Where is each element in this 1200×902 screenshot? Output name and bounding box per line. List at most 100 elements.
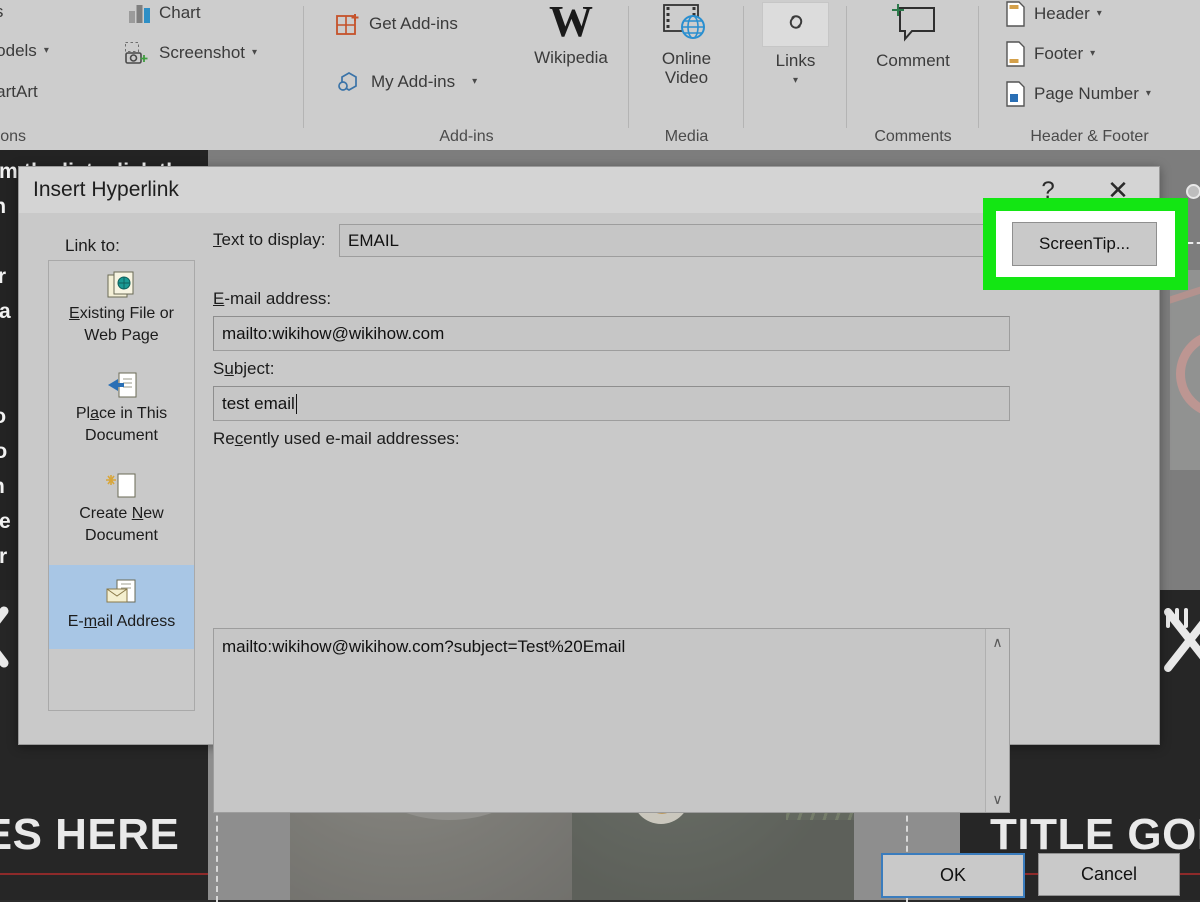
comment-label: Comment	[876, 51, 950, 70]
my-addins-icon	[336, 70, 364, 94]
sidebar-label-line1: Place in This	[75, 405, 168, 422]
ribbon-button-3d-models[interactable]: Models ▾	[0, 41, 49, 61]
links-label: Links	[775, 51, 816, 70]
online-video-icon	[661, 2, 713, 46]
selection-dashed-line	[1188, 242, 1200, 244]
recent-emails-label: Recently used e-mail addresses:	[213, 429, 460, 448]
ribbon-group-media: Online Video Media	[629, 0, 744, 150]
chevron-down-icon[interactable]: ▾	[472, 77, 477, 87]
sidebar-label-line1: EExisting File orxisting File or	[69, 305, 174, 322]
text-to-display-value: EMAIL	[348, 230, 400, 250]
chart-icon	[128, 2, 152, 24]
ribbon-button-links[interactable]: Links ▾	[744, 2, 847, 86]
chevron-down-icon[interactable]: ▾	[744, 76, 847, 86]
create-new-document-icon	[105, 471, 139, 501]
get-addins-icon	[336, 12, 362, 36]
ribbon: ons Models ▾ martArt Chart	[0, 0, 1200, 150]
ribbon-group-comments: Comment Comments	[847, 0, 979, 150]
my-addins-label: My Add-ins	[371, 72, 456, 91]
scroll-up-icon[interactable]: ∧	[986, 631, 1009, 653]
link-to-sidebar: EExisting File orxisting File or Web Pag…	[48, 260, 195, 711]
ribbon-group-label-header-footer: Header & Footer	[1030, 128, 1149, 145]
sidebar-label-line2: Document	[85, 427, 158, 444]
get-addins-label: Get Add-ins	[369, 14, 458, 33]
chevron-down-icon[interactable]: ▾	[1146, 89, 1151, 99]
ribbon-group-addins: Get Add-ins My Add-ins ▾ W Wikipedia Add…	[304, 0, 629, 150]
ribbon-button-smartart[interactable]: martArt	[0, 82, 38, 102]
icons-label: ons	[0, 2, 3, 22]
subject-label: Subject:	[213, 359, 275, 378]
page-number-label: Page Number	[1034, 84, 1139, 103]
ribbon-group-header-footer: Header ▾ Footer ▾ Page Number ▾ Header &…	[979, 0, 1200, 150]
ribbon-group-links: Links ▾	[744, 0, 847, 150]
recent-emails-listbox[interactable]: mailto:wikihow@wikihow.com?subject=Test%…	[213, 628, 1010, 813]
footer-label: Footer	[1034, 44, 1084, 63]
ribbon-group-label-comments: Comments	[874, 128, 952, 145]
header-icon	[1005, 1, 1027, 27]
header-label: Header	[1034, 4, 1090, 23]
wikipedia-label: Wikipedia	[534, 48, 608, 67]
ribbon-button-footer[interactable]: Footer ▾	[1005, 41, 1095, 67]
sidebar-item-place-in-document[interactable]: Place in This Document	[49, 365, 194, 465]
ribbon-button-icons[interactable]: ons	[0, 2, 3, 22]
ribbon-group-label-addins: Add-ins	[439, 128, 494, 145]
text-cursor	[295, 393, 297, 414]
chevron-down-icon[interactable]: ▾	[1097, 9, 1102, 19]
chevron-down-icon[interactable]: ▾	[44, 46, 49, 56]
place-in-document-icon	[105, 371, 139, 401]
screenshot-label: Screenshot	[159, 43, 245, 62]
screentip-button[interactable]: ScreenTip...	[1012, 222, 1157, 266]
ribbon-button-screenshot[interactable]: Screenshot ▾	[124, 41, 257, 65]
online-video-label-line1: Online	[661, 49, 712, 68]
cancel-button[interactable]: Cancel	[1038, 853, 1180, 896]
sidebar-label-line2: Document	[85, 527, 158, 544]
slide-photo-right-top	[1170, 270, 1200, 470]
footer-icon	[1005, 41, 1027, 67]
dialog-title: Insert Hyperlink	[33, 178, 179, 201]
page-number-icon	[1005, 81, 1027, 107]
sidebar-item-create-new-document[interactable]: Create New Document	[49, 465, 194, 565]
ribbon-button-wikipedia[interactable]: W Wikipedia	[516, 0, 626, 67]
email-address-input[interactable]: mailto:wikihow@wikihow.com	[213, 316, 1010, 351]
email-address-icon	[105, 579, 139, 609]
sidebar-label-line1: E-mail Address	[67, 613, 176, 630]
ribbon-button-page-number[interactable]: Page Number ▾	[1005, 81, 1151, 107]
scroll-down-icon[interactable]: ∨	[986, 788, 1009, 810]
ribbon-button-get-addins[interactable]: Get Add-ins	[336, 12, 458, 36]
ribbon-button-my-addins[interactable]: My Add-ins ▾	[336, 70, 477, 94]
email-address-value: mailto:wikihow@wikihow.com	[222, 323, 445, 343]
ribbon-group-label-illustrations: rations	[0, 128, 27, 145]
ribbon-button-online-video[interactable]: Online Video	[629, 2, 744, 87]
ribbon-button-chart[interactable]: Chart	[128, 2, 201, 24]
chart-label: Chart	[159, 3, 201, 22]
new-comment-icon	[884, 2, 942, 50]
subject-value: test email	[222, 393, 295, 413]
wikipedia-icon: W	[549, 0, 593, 46]
existing-file-icon	[105, 271, 139, 301]
sidebar-label-line2: Web Page	[84, 327, 159, 344]
text-to-display-label: Text to display:	[213, 230, 326, 249]
ribbon-button-header[interactable]: Header ▾	[1005, 1, 1102, 27]
slide-title-left: OES HERE	[0, 810, 180, 859]
selection-handle[interactable]	[1186, 184, 1200, 199]
sidebar-item-email-address[interactable]: E-mail Address	[49, 565, 194, 649]
ribbon-group-illustrations: ons Models ▾ martArt Chart	[0, 0, 304, 150]
links-icon-frame	[762, 2, 829, 47]
chevron-down-icon[interactable]: ▾	[252, 48, 257, 58]
listbox-scrollbar[interactable]: ∧ ∨	[985, 629, 1009, 812]
models-label: Models	[0, 41, 37, 60]
ribbon-button-comment[interactable]: Comment	[847, 2, 979, 70]
screenshot-icon	[124, 41, 152, 65]
ribbon-group-label-media: Media	[664, 128, 709, 145]
smartart-label: martArt	[0, 82, 38, 101]
chevron-down-icon[interactable]: ▾	[1090, 49, 1095, 59]
subject-input[interactable]: test email	[213, 386, 1010, 421]
text-to-display-input[interactable]: EMAIL	[339, 224, 1010, 257]
sidebar-item-existing-file[interactable]: EExisting File orxisting File or Web Pag…	[49, 265, 194, 365]
link-to-label: Link to:	[65, 236, 120, 255]
email-address-label: E-mail address:	[213, 289, 332, 308]
ok-button[interactable]: OK	[881, 853, 1025, 898]
list-item[interactable]: mailto:wikihow@wikihow.com?subject=Test%…	[222, 637, 625, 657]
online-video-label-line2: Video	[664, 68, 709, 87]
sidebar-label-line1: Create New	[79, 505, 164, 522]
